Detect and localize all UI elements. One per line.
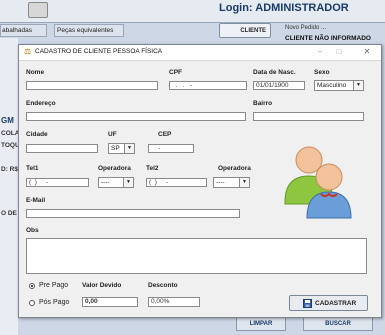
cpf-field[interactable]: . . - [169, 81, 247, 90]
cadastro-cliente-window: ⚖ CADASTRO DE CLIENTE PESSOA FÍSICA – □ … [18, 44, 382, 318]
pos-pago-radio[interactable] [29, 300, 35, 306]
left-fragment: D: R$ [1, 166, 18, 173]
pos-pago-label: Pós Pago [39, 299, 70, 306]
endereco-label: Endereço [26, 100, 56, 107]
operadora1-value: ---- [101, 179, 110, 186]
bairro-field[interactable] [253, 112, 364, 121]
operadora1-label: Operadora [98, 165, 131, 172]
email-field[interactable] [26, 209, 240, 218]
chevron-down-icon[interactable]: ▼ [124, 144, 134, 153]
operadora1-select[interactable]: ---- ▼ [98, 177, 134, 188]
tel1-label: Tel1 [26, 165, 39, 172]
valor-devido-label: Valor Devido [82, 282, 122, 289]
users-icon [284, 146, 352, 219]
tel2-field[interactable]: ( ) - [146, 178, 207, 187]
buscar-button[interactable]: BUSCAR [303, 317, 373, 331]
operadora2-label: Operadora [218, 165, 251, 172]
left-fragment: TOQU [1, 142, 20, 149]
cep-field[interactable]: - [148, 144, 194, 153]
operadora2-select[interactable]: ---- ▼ [213, 177, 250, 188]
nome-field[interactable] [26, 81, 158, 90]
sexo-label: Sexo [314, 69, 330, 76]
tab-trabalhadas[interactable]: abalhadas [0, 24, 47, 37]
chevron-down-icon[interactable]: ▼ [239, 178, 249, 187]
tel1-field[interactable]: ( ) - [26, 178, 89, 187]
desconto-label: Desconto [148, 282, 178, 289]
nasc-label: Data de Nasc. [253, 69, 296, 76]
chevron-down-icon[interactable]: ▼ [353, 81, 363, 90]
save-icon [303, 299, 312, 308]
sexo-select[interactable]: Masculino ▼ [314, 80, 364, 91]
uf-label: UF [108, 131, 117, 138]
window-title: CADASTRO DE CLIENTE PESSOA FÍSICA [35, 48, 163, 55]
limpar-button[interactable]: LIMPAR [236, 317, 286, 331]
cliente-button[interactable]: CLIENTE [219, 23, 271, 38]
pre-pago-label: Pre Pago [39, 282, 69, 289]
window-icon: ⚖ [24, 47, 32, 56]
left-fragment: O DE [1, 210, 17, 217]
cadastrar-button[interactable]: CADASTRAR [289, 295, 368, 311]
left-fragment: GM [1, 116, 14, 125]
cidade-label: Cidade [26, 131, 48, 138]
tab-pecas-equivalentes[interactable]: Peças equivalentes [54, 24, 124, 37]
valor-devido-field[interactable]: 0,00 [82, 297, 138, 307]
left-fragment: COLA [1, 130, 20, 137]
background-left-panel: GM COLA TOQU D: R$ O DE [0, 38, 20, 335]
cep-label: CEP [158, 131, 172, 138]
endereco-field[interactable] [26, 112, 246, 121]
maximize-icon[interactable]: □ [334, 47, 344, 57]
cliente-status: CLIENTE NÃO INFORMADO [285, 35, 371, 42]
desconto-field[interactable]: 0,00% [148, 297, 200, 307]
chevron-down-icon[interactable]: ▼ [123, 178, 133, 187]
data-nasc-field[interactable]: 01/01/1900 [253, 81, 305, 90]
window-titlebar[interactable]: ⚖ CADASTRO DE CLIENTE PESSOA FÍSICA – □ … [19, 45, 381, 61]
obs-label: Obs [26, 227, 39, 234]
obs-textarea[interactable] [26, 238, 367, 274]
pre-pago-radio[interactable] [29, 283, 35, 289]
operadora2-value: ---- [216, 179, 225, 186]
email-label: E-Mail [26, 197, 46, 204]
minimize-icon[interactable]: – [315, 47, 325, 57]
cpf-label: CPF [169, 69, 182, 76]
uf-select[interactable]: SP ▼ [108, 143, 135, 154]
nome-label: Nome [26, 69, 45, 76]
tel2-label: Tel2 [146, 165, 159, 172]
cliente-button-label: CLIENTE [240, 28, 266, 34]
sexo-value: Masculino [317, 82, 347, 89]
bairro-label: Bairro [253, 100, 273, 107]
toolbar-settings-button[interactable] [28, 2, 48, 18]
novo-pedido-label: Novo Pedido ... [285, 25, 327, 31]
login-label: Login: ADMINISTRADOR [219, 2, 349, 14]
cidade-field[interactable] [26, 144, 98, 153]
cadastrar-label: CADASTRAR [315, 300, 357, 307]
close-icon[interactable]: ✕ [362, 47, 372, 57]
uf-value: SP [111, 145, 120, 152]
